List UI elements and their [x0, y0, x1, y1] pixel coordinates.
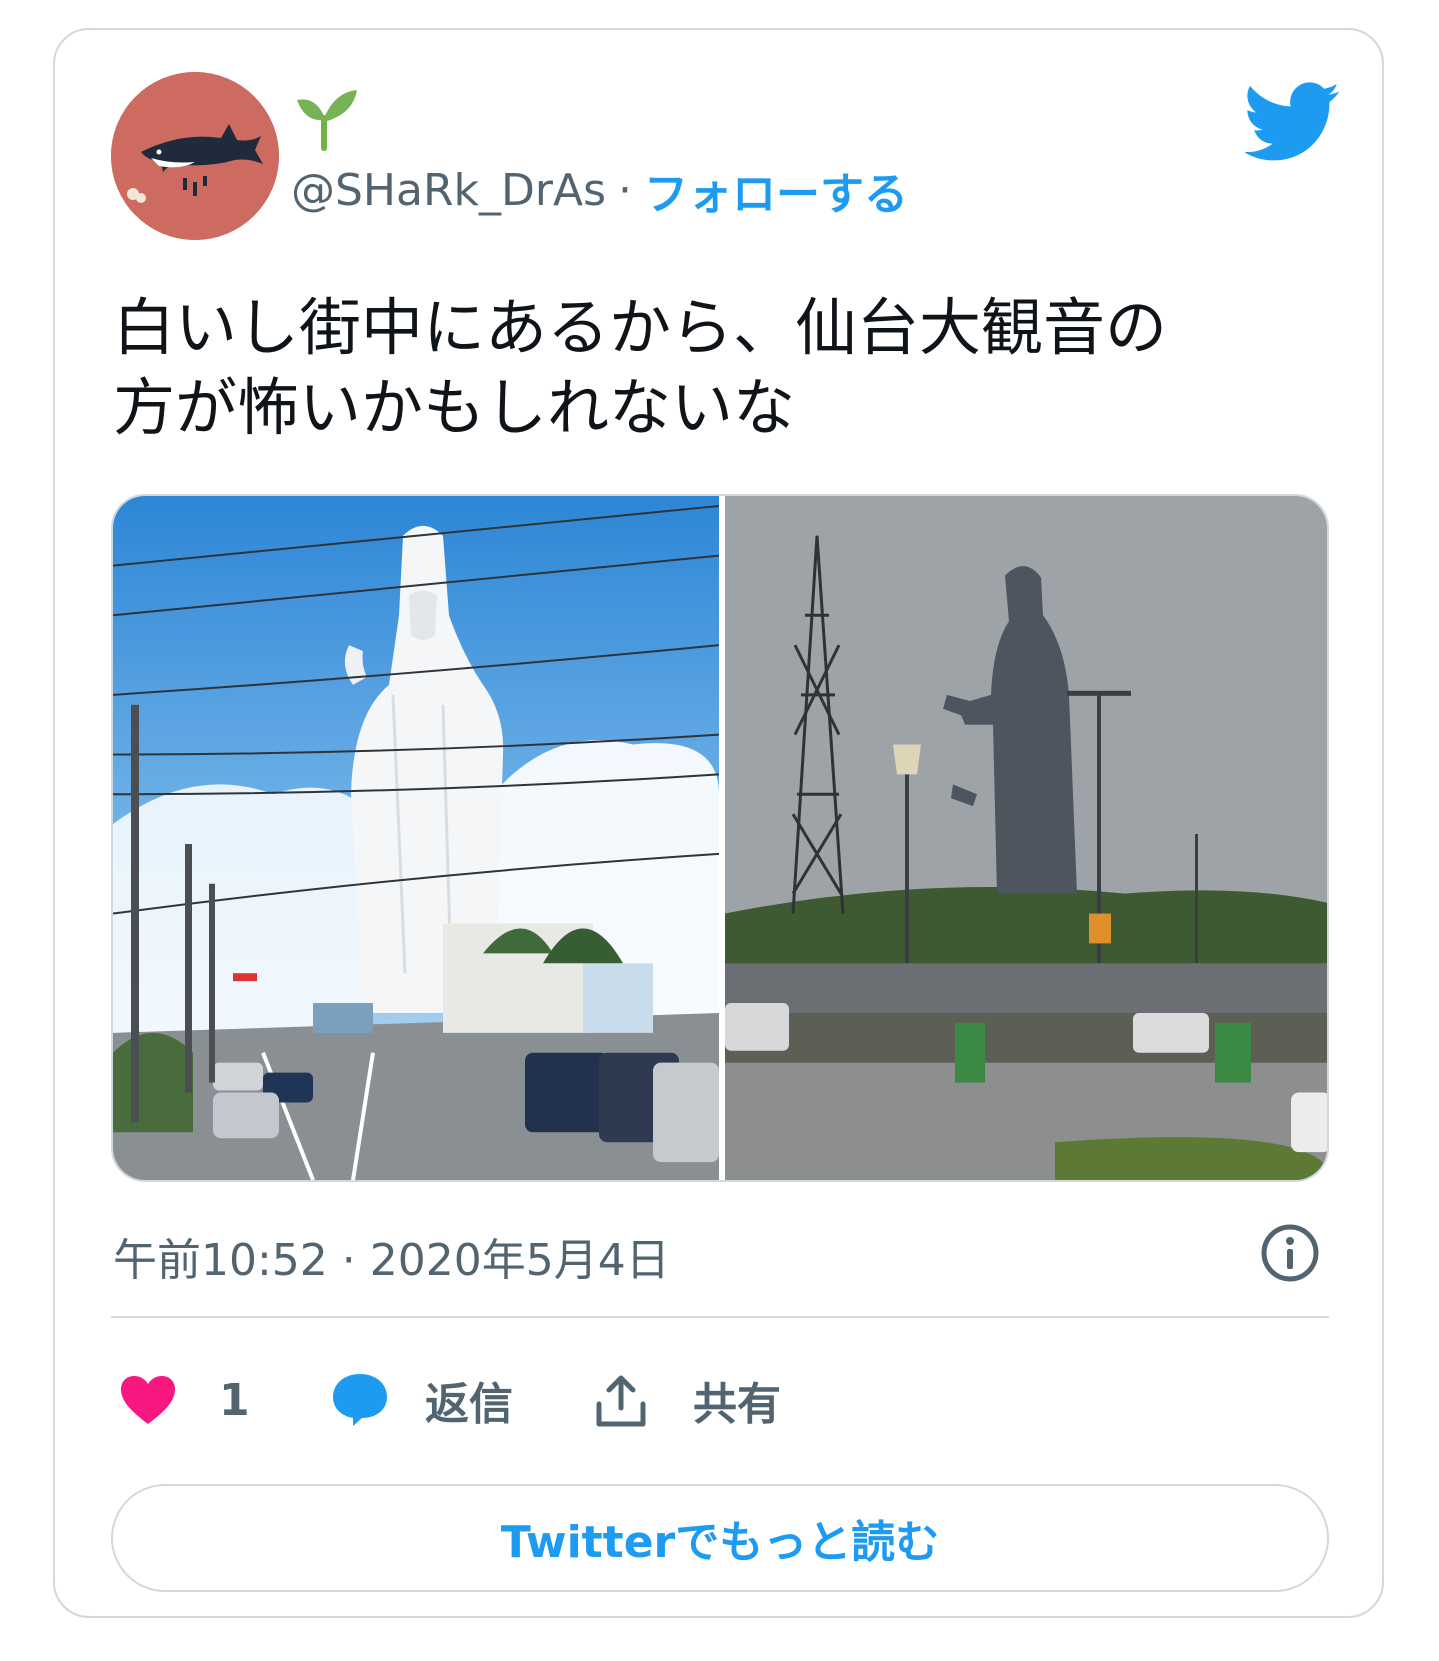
white-kannon-statue-photo[interactable] [113, 496, 719, 1180]
reply-button[interactable]: 返信 [329, 1360, 513, 1440]
reply-bubble-icon [333, 1374, 387, 1426]
info-icon[interactable] [1259, 1222, 1321, 1284]
tweet-media[interactable] [111, 494, 1329, 1182]
reply-label: 返信 [425, 1379, 513, 1430]
divider [111, 1316, 1329, 1318]
user-handle[interactable]: @SHaRk_DrAs [291, 165, 606, 216]
tweet-text: 白いし街中にあるから、仙台大観音の 方が怖いかもしれないな [113, 291, 1168, 444]
share-label: 共有 [693, 1379, 781, 1430]
share-icon [596, 1375, 646, 1427]
follow-link[interactable]: フォローする [644, 158, 908, 222]
twitter-bird-icon[interactable] [1245, 82, 1341, 162]
action-bar: 1 返信 共有 [111, 1360, 1329, 1440]
like-button[interactable]: 1 [119, 1360, 250, 1440]
seedling-icon [297, 90, 357, 151]
read-more-label: Twitterでもっと読む [500, 1517, 940, 1568]
tweet-card: @SHaRk_DrAs · フォローする 白いし街中にあるから、仙台大観音の 方… [53, 28, 1384, 1618]
heart-icon [121, 1376, 175, 1424]
read-more-on-twitter-button[interactable]: Twitterでもっと読む [111, 1484, 1329, 1592]
share-button[interactable]: 共有 [591, 1360, 781, 1440]
tweet-timestamp[interactable]: 午前10:52 · 2020年5月4日 [113, 1224, 670, 1288]
user-handle-row: @SHaRk_DrAs · フォローする [291, 158, 908, 222]
avatar[interactable] [111, 72, 279, 240]
shark-avatar-image [111, 72, 279, 240]
like-count: 1 [219, 1374, 250, 1426]
handle-separator: · [618, 164, 633, 216]
dark-buddha-statue-photo[interactable] [725, 496, 1329, 1180]
